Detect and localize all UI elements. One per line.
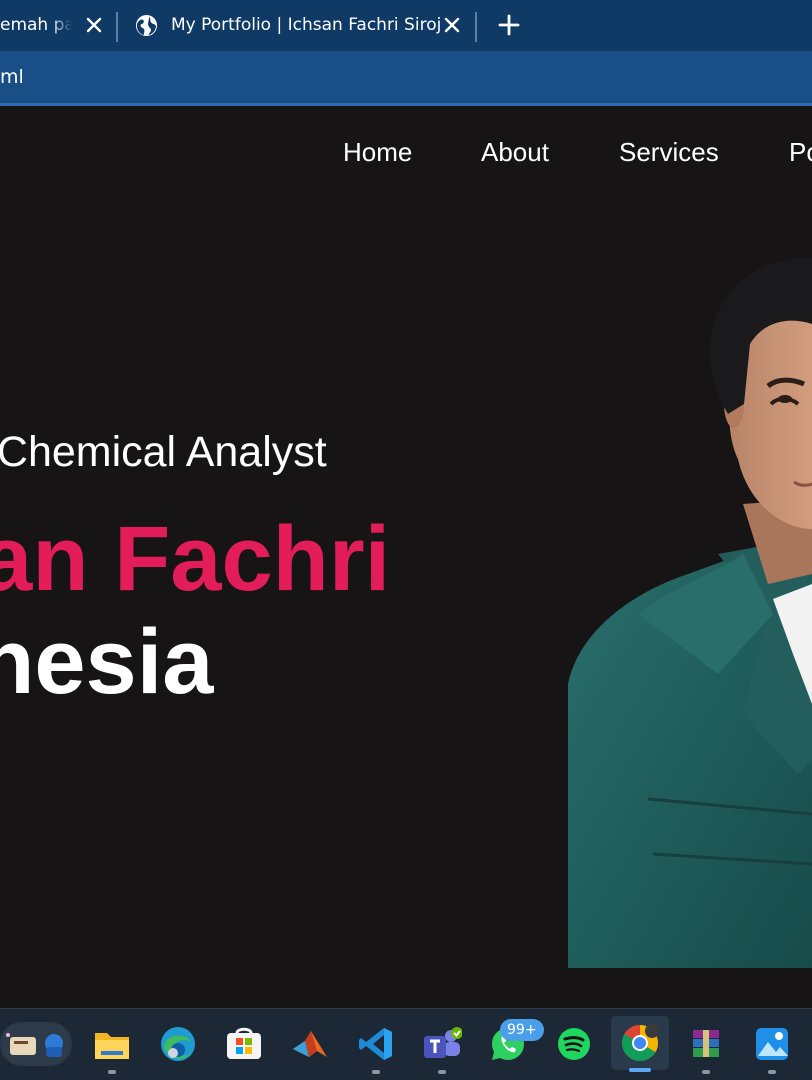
running-indicator bbox=[108, 1070, 116, 1074]
widgets-icon[interactable] bbox=[0, 1022, 72, 1066]
browser-tab-active[interactable]: My Portfolio | Ichsan Fachri Siroj bbox=[120, 0, 480, 51]
notification-badge: 99+ bbox=[500, 1019, 544, 1041]
running-indicator bbox=[372, 1070, 380, 1074]
web-page: Home About Services Po ng | Chemical Ana… bbox=[0, 106, 812, 1008]
browser-toolbar: ml bbox=[0, 51, 812, 103]
hero-name: san Fachri bbox=[0, 508, 391, 610]
teams-icon[interactable] bbox=[422, 1023, 462, 1074]
nav-portfolio[interactable]: Po bbox=[789, 137, 812, 168]
new-tab-icon[interactable] bbox=[497, 13, 521, 37]
browser-tab-strip: emah pali My Portfolio | Ichsan Fachri S… bbox=[0, 0, 812, 51]
file-explorer-icon[interactable] bbox=[92, 1023, 132, 1074]
profile-photo bbox=[568, 258, 812, 968]
nav-services[interactable]: Services bbox=[619, 137, 719, 168]
close-icon[interactable] bbox=[442, 15, 462, 35]
active-indicator bbox=[629, 1068, 651, 1072]
tab-divider bbox=[116, 12, 118, 42]
tab-title: My Portfolio | Ichsan Fachri Siroj bbox=[171, 15, 442, 35]
close-icon[interactable] bbox=[84, 15, 104, 35]
running-indicator bbox=[438, 1070, 446, 1074]
tab-divider bbox=[475, 12, 477, 42]
photos-icon[interactable] bbox=[752, 1023, 792, 1074]
nav-home[interactable]: Home bbox=[343, 137, 412, 168]
chrome-icon[interactable] bbox=[611, 1016, 669, 1072]
vscode-icon[interactable] bbox=[356, 1023, 396, 1074]
hero-country: onesia bbox=[0, 611, 214, 713]
microsoft-store-icon[interactable] bbox=[224, 1023, 264, 1065]
address-bar[interactable]: ml bbox=[0, 66, 24, 88]
matlab-icon[interactable] bbox=[290, 1023, 330, 1065]
spotify-icon[interactable] bbox=[554, 1023, 594, 1065]
globe-icon bbox=[135, 14, 158, 42]
winrar-icon[interactable] bbox=[686, 1023, 726, 1074]
nav-about[interactable]: About bbox=[481, 137, 549, 168]
running-indicator bbox=[768, 1070, 776, 1074]
browser-tab[interactable]: emah pali bbox=[0, 0, 116, 51]
running-indicator bbox=[702, 1070, 710, 1074]
tab-title: emah pali bbox=[0, 15, 72, 35]
hero-subtitle: ng | Chemical Analyst bbox=[0, 428, 327, 476]
edge-icon[interactable] bbox=[158, 1023, 198, 1065]
